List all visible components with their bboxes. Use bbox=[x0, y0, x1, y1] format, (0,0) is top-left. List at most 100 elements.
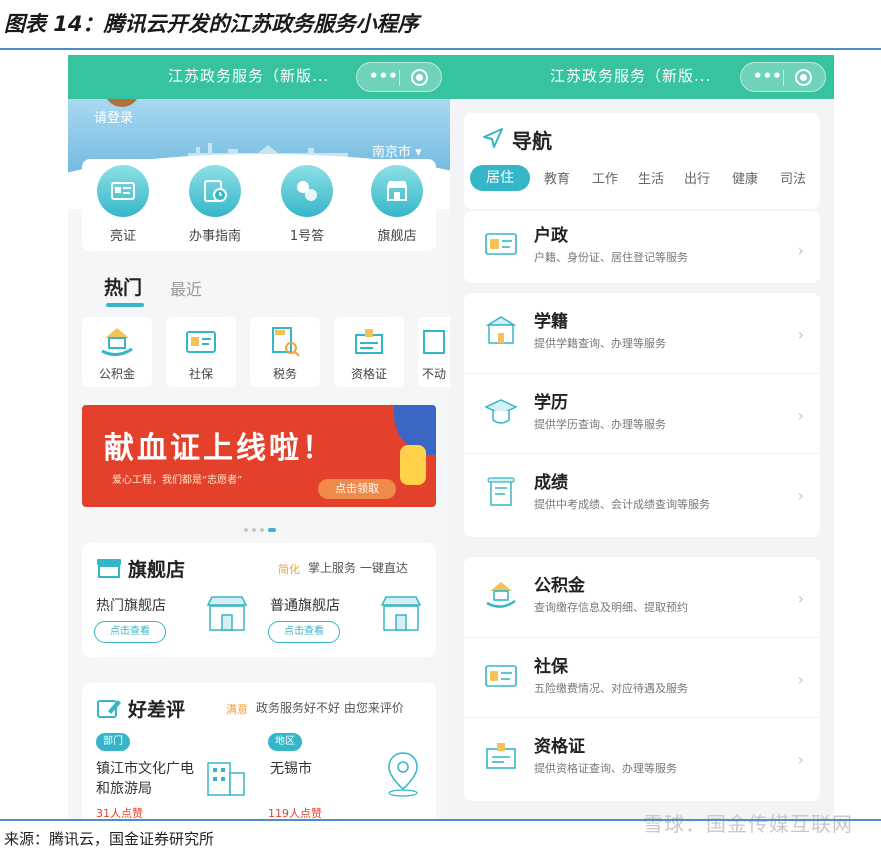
carousel-dot bbox=[244, 528, 248, 532]
city-selector[interactable]: 南京市 ▾ bbox=[372, 141, 422, 160]
quick-action-liangzheng[interactable]: 亮证 bbox=[88, 165, 158, 244]
service-item-chengji[interactable]: 成绩 提供中考成绩、会计成绩查询等服务 › bbox=[464, 453, 820, 533]
review-item-name[interactable]: 无锡市 bbox=[270, 759, 312, 779]
building-icon bbox=[207, 762, 245, 796]
carousel-dot bbox=[260, 528, 264, 532]
more-menu-icon[interactable]: ••• bbox=[753, 67, 782, 85]
category-tab[interactable]: 教育 bbox=[544, 168, 570, 187]
quick-actions-card: 亮证 办事指南 1号答 旗舰店 bbox=[82, 159, 436, 251]
flagship-store-name: 普通旗舰店 bbox=[270, 598, 340, 614]
review-likes: 119人点赞 bbox=[268, 807, 322, 819]
quick-action-flagship[interactable]: 旗舰店 bbox=[362, 165, 432, 244]
review-desc: 政务服务好不好 由您来评价 bbox=[256, 701, 404, 715]
chevron-right-icon: › bbox=[797, 241, 804, 260]
chevron-right-icon: › bbox=[797, 589, 804, 608]
service-group-education: 学籍 提供学籍查询、办理等服务 › 学历 提供学历查询、办理等服务 › 成绩 提… bbox=[464, 293, 820, 537]
promo-subtitle: 爱心工程，我们都是“志愿者” bbox=[112, 475, 243, 486]
hot-item-zigezheng[interactable]: 资格证 bbox=[334, 317, 404, 387]
service-title: 户政 bbox=[534, 226, 568, 246]
hot-services-row: 公积金 社保 税务 资格证 不动 bbox=[68, 317, 450, 391]
blood-donation-promo-banner[interactable]: 献血证上线啦！ 爱心工程，我们都是“志愿者” 点击领取 bbox=[82, 405, 436, 507]
hot-item-label: 不动 bbox=[422, 367, 447, 381]
category-tab-active[interactable]: 居住 bbox=[470, 165, 530, 191]
review-section: 好差评 满意 政务服务好不好 由您来评价 部门 镇江市文化广电 和旅游局 31人… bbox=[82, 683, 436, 819]
navigation-arrow-icon bbox=[483, 128, 503, 148]
capsule-divider bbox=[399, 70, 400, 86]
household-icon bbox=[485, 233, 517, 255]
review-item-name[interactable]: 镇江市文化广电 和旅游局 bbox=[96, 759, 194, 799]
category-tab[interactable]: 健康 bbox=[732, 168, 758, 187]
flagship-store-name: 热门旗舰店 bbox=[96, 598, 166, 614]
quick-action-label: 旗舰店 bbox=[377, 229, 417, 244]
service-item-huzheng[interactable]: 户政 户籍、身份证、居住登记等服务 › bbox=[464, 211, 820, 283]
watermark: 雪球：国金传媒互联网 bbox=[643, 812, 853, 836]
left-navbar-title: 江苏政务服务（新版... bbox=[168, 67, 330, 85]
service-desc: 提供资格证查询、办理等服务 bbox=[534, 762, 677, 775]
right-miniprogram-capsule[interactable]: ••• bbox=[740, 62, 826, 92]
category-tab[interactable]: 工作 bbox=[592, 168, 618, 187]
category-tab[interactable]: 出行 bbox=[684, 168, 710, 187]
service-item-xueli[interactable]: 学历 提供学历查询、办理等服务 › bbox=[464, 373, 820, 453]
category-tab[interactable]: 司法 bbox=[780, 168, 806, 187]
left-miniprogram-capsule[interactable]: ••• bbox=[356, 62, 442, 92]
service-item-xueji[interactable]: 学籍 提供学籍查询、办理等服务 › bbox=[464, 293, 820, 373]
flagship-title: 旗舰店 bbox=[128, 559, 186, 581]
id-card-icon bbox=[97, 165, 149, 217]
carousel-dot-active bbox=[268, 528, 276, 532]
hot-item-gongjijin[interactable]: 公积金 bbox=[82, 317, 152, 387]
review-tag: 满意 bbox=[226, 703, 248, 716]
more-menu-icon[interactable]: ••• bbox=[369, 67, 398, 85]
hot-item-shuiwu[interactable]: 税务 bbox=[250, 317, 320, 387]
capsule-divider bbox=[783, 70, 784, 86]
service-desc: 户籍、身份证、居住登记等服务 bbox=[534, 251, 688, 264]
tab-hot[interactable]: 热门 bbox=[104, 273, 142, 300]
quick-action-label: 办事指南 bbox=[188, 229, 241, 244]
promo-title: 献血证上线啦！ bbox=[104, 431, 335, 466]
house-fund-icon bbox=[101, 328, 133, 356]
close-miniprogram-icon[interactable] bbox=[411, 69, 428, 86]
house-fund-icon bbox=[486, 582, 516, 608]
flagship-tag: 简化 bbox=[278, 563, 300, 576]
service-title: 资格证 bbox=[534, 737, 585, 757]
edit-review-icon bbox=[97, 700, 121, 718]
category-tab[interactable]: 生活 bbox=[638, 168, 664, 187]
flagship-view-button[interactable]: 点击查看 bbox=[268, 621, 340, 643]
promo-claim-button[interactable]: 点击领取 bbox=[318, 479, 396, 499]
promo-decoration bbox=[400, 445, 426, 485]
service-item-zigezheng[interactable]: 资格证 提供资格证查询、办理等服务 › bbox=[464, 717, 820, 797]
login-link[interactable]: 请登录 bbox=[94, 107, 133, 126]
service-group-household: 户政 户籍、身份证、居住登记等服务 › bbox=[464, 211, 820, 283]
social-security-card-icon bbox=[186, 331, 216, 353]
review-category-chip: 地区 bbox=[268, 733, 302, 751]
quick-action-hotline[interactable]: 1号答 bbox=[272, 165, 342, 244]
service-item-shebao[interactable]: 社保 五险缴费情况、对应待遇及服务 › bbox=[464, 637, 820, 717]
tab-active-indicator bbox=[106, 303, 144, 307]
service-title: 学历 bbox=[534, 393, 568, 413]
hot-item-budong[interactable]: 不动 bbox=[418, 317, 450, 387]
review-item-name-line: 无锡市 bbox=[270, 761, 312, 777]
service-desc: 查询缴存信息及明细、提取预约 bbox=[534, 601, 688, 614]
service-title: 社保 bbox=[534, 657, 568, 677]
figure-bottom-rule bbox=[0, 819, 881, 821]
hot-item-label: 社保 bbox=[188, 367, 213, 381]
service-desc: 五险缴费情况、对应待遇及服务 bbox=[534, 682, 688, 695]
tab-recent[interactable]: 最近 bbox=[170, 276, 202, 300]
close-miniprogram-icon[interactable] bbox=[795, 69, 812, 86]
carousel-dot bbox=[252, 528, 256, 532]
service-item-gongjijin[interactable]: 公积金 查询缴存信息及明细、提取预约 › bbox=[464, 557, 820, 637]
social-security-card-icon bbox=[485, 665, 517, 687]
quick-action-guide[interactable]: 办事指南 bbox=[180, 165, 250, 244]
flagship-desc: 掌上服务 一键直达 bbox=[308, 561, 408, 575]
left-navbar: 江苏政务服务（新版... ••• bbox=[68, 55, 450, 99]
hot-item-label: 公积金 bbox=[98, 367, 135, 381]
hot-item-shebao[interactable]: 社保 bbox=[166, 317, 236, 387]
flagship-view-button[interactable]: 点击查看 bbox=[94, 621, 166, 643]
figure-source: 来源：腾讯云，国金证券研究所 bbox=[4, 830, 215, 848]
guide-clock-icon bbox=[189, 165, 241, 217]
storefront-icon bbox=[380, 596, 422, 631]
chevron-right-icon: › bbox=[797, 750, 804, 769]
review-likes: 31人点赞 bbox=[96, 807, 143, 819]
quick-action-label: 1号答 bbox=[289, 229, 325, 244]
chevron-right-icon: › bbox=[797, 325, 804, 344]
service-group-work: 公积金 查询缴存信息及明细、提取预约 › 社保 五险缴费情况、对应待遇及服务 ›… bbox=[464, 557, 820, 801]
